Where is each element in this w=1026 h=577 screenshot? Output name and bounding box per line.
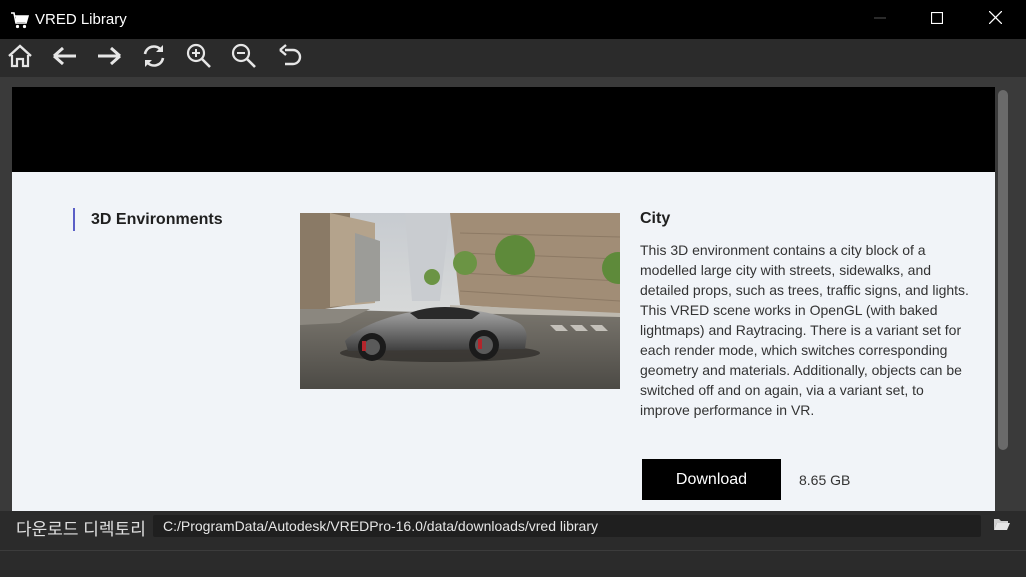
forward-button[interactable] — [93, 43, 125, 73]
item-description: This 3D environment contains a city bloc… — [640, 242, 969, 418]
download-size: 8.65 GB — [799, 472, 851, 488]
back-arrow-icon — [52, 45, 78, 72]
close-button[interactable] — [966, 0, 1024, 39]
navigation-toolbar — [0, 39, 1026, 77]
library-content-frame: 3D Environments City This 3D environment… — [0, 77, 1026, 511]
minimize-icon — [874, 11, 886, 29]
maximize-button[interactable] — [908, 0, 966, 39]
zoom-out-icon — [230, 42, 258, 75]
back-button[interactable] — [49, 43, 81, 73]
library-page: 3D Environments City This 3D environment… — [12, 87, 995, 511]
item-title: City — [640, 210, 671, 227]
undo-icon — [277, 43, 303, 73]
vred-library-window: VRED Library 3D Environments City This 3… — [0, 0, 1026, 577]
folder-open-icon — [993, 517, 1011, 536]
forward-arrow-icon — [96, 45, 122, 72]
download-button[interactable]: Download — [642, 459, 781, 500]
maximize-icon — [930, 11, 944, 29]
zoom-in-button[interactable] — [183, 43, 215, 73]
zoom-out-button[interactable] — [228, 43, 260, 73]
cart-icon — [10, 10, 30, 30]
undo-button[interactable] — [274, 43, 306, 73]
browse-folder-button[interactable] — [990, 515, 1014, 537]
refresh-button[interactable] — [138, 43, 170, 73]
download-directory-field[interactable] — [153, 515, 981, 537]
vertical-scrollbar[interactable] — [998, 90, 1008, 450]
city-thumbnail[interactable] — [300, 213, 620, 389]
close-icon — [988, 10, 1002, 29]
window-title: VRED Library — [35, 11, 127, 28]
download-directory-label: 다운로드 디렉토리 — [16, 520, 146, 539]
hero-banner — [12, 87, 995, 172]
home-icon — [7, 43, 33, 74]
title-bar: VRED Library — [0, 0, 1026, 39]
home-button[interactable] — [4, 43, 36, 73]
zoom-in-icon — [185, 42, 213, 75]
category-heading[interactable]: 3D Environments — [73, 208, 223, 231]
status-bar — [0, 550, 1026, 577]
minimize-button[interactable] — [851, 0, 909, 39]
refresh-icon — [140, 42, 168, 75]
